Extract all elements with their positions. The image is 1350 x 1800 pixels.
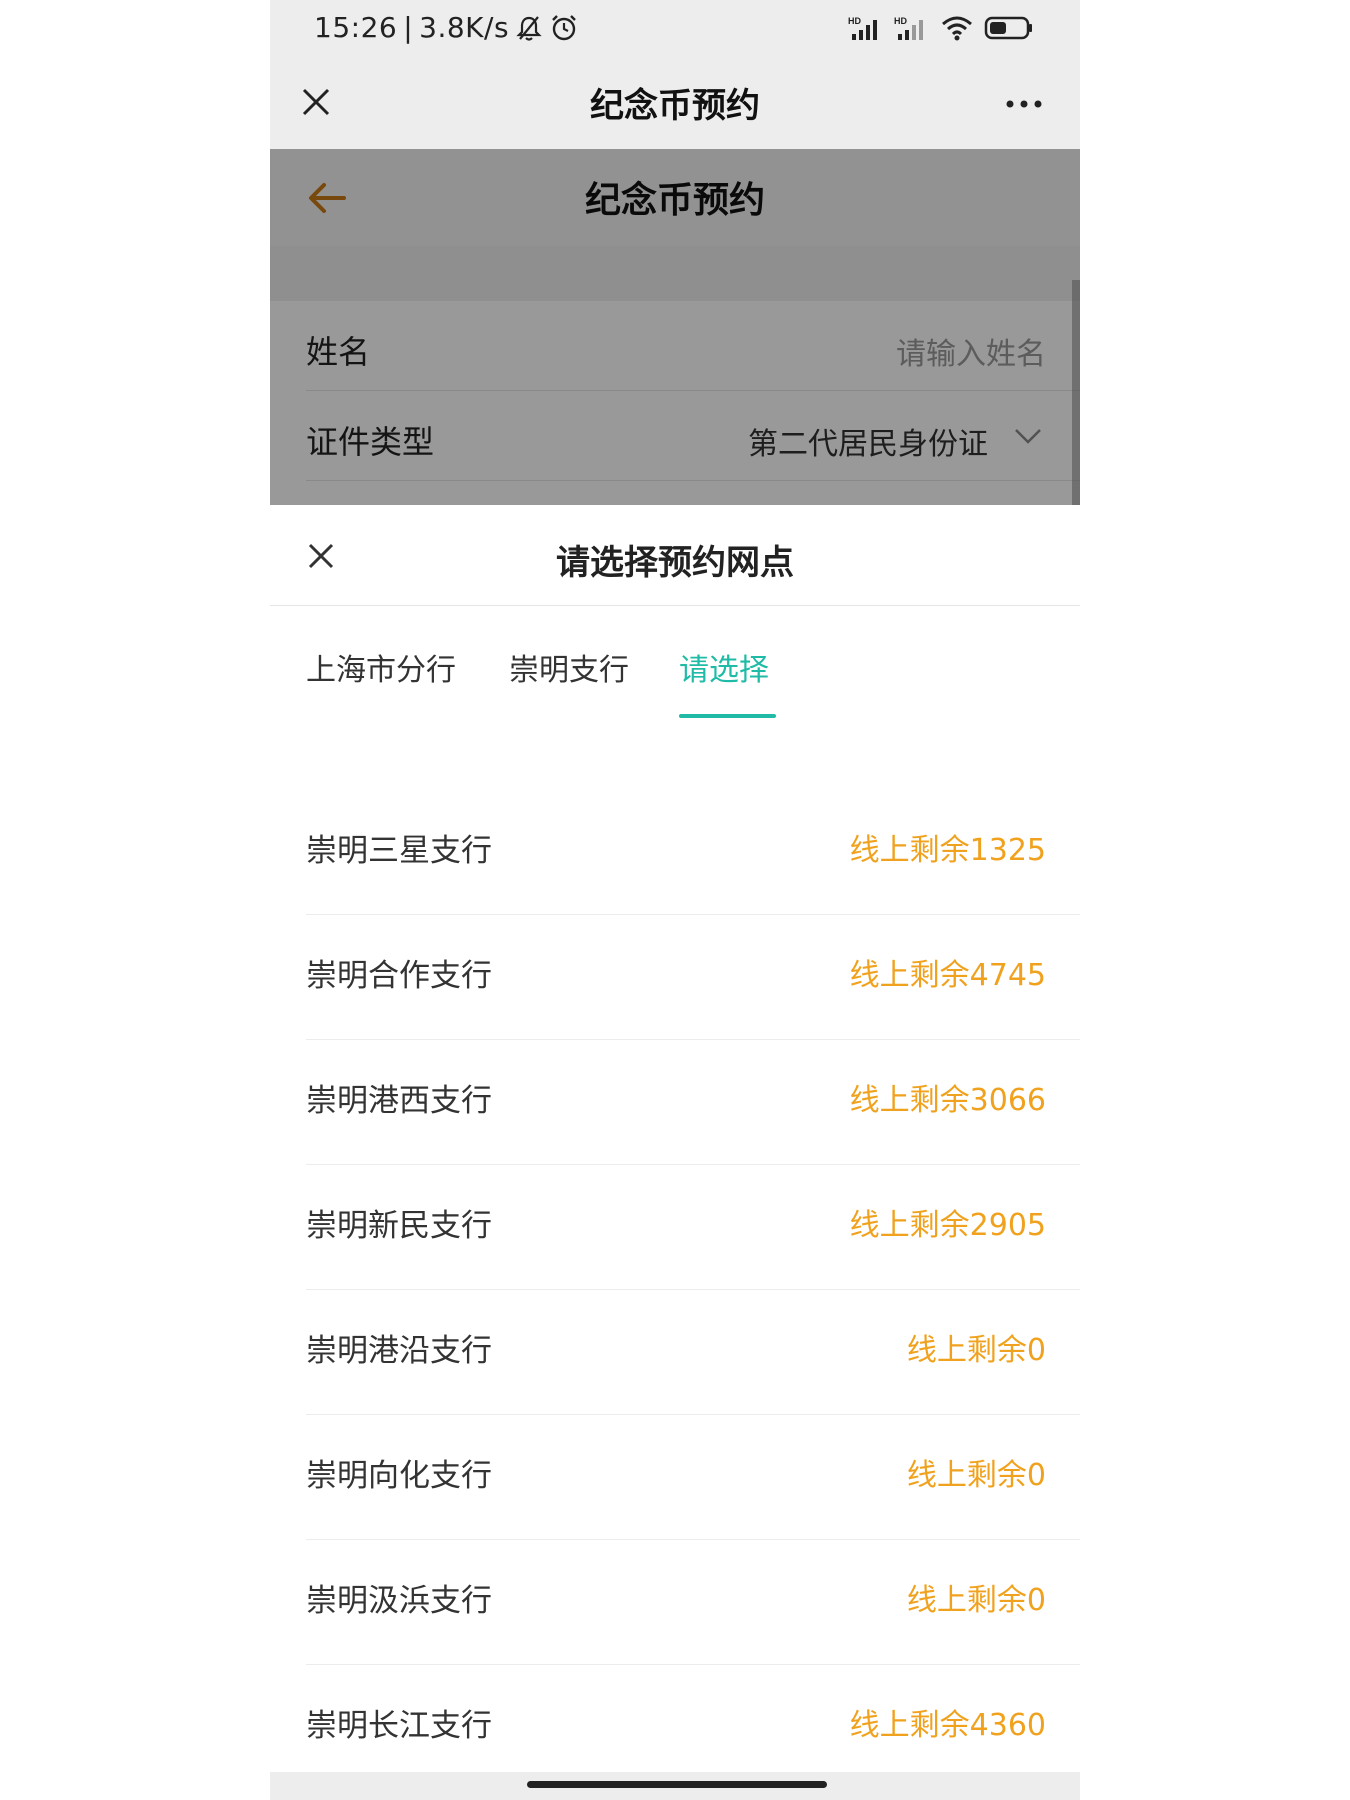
home-indicator[interactable] xyxy=(527,1781,827,1788)
branch-picker-sheet: 请选择预约网点 上海市分行 崇明支行 请选择 崇明三星支行 线上剩余1325 崇… xyxy=(270,505,1080,1800)
tab-select-outlet[interactable]: 请选择 xyxy=(679,645,769,689)
scrollbar[interactable] xyxy=(1072,280,1080,505)
branch-name: 崇明港沿支行 xyxy=(306,1333,492,1369)
branch-name: 崇明三星支行 xyxy=(306,833,492,869)
branch-row[interactable]: 崇明港西支行 线上剩余3066 xyxy=(306,1040,1080,1165)
branch-row[interactable]: 崇明合作支行 线上剩余4745 xyxy=(306,915,1080,1040)
tab-city-branch[interactable]: 上海市分行 xyxy=(306,645,456,689)
branch-name: 崇明长江支行 xyxy=(306,1708,492,1744)
branch-row[interactable]: 崇明港沿支行 线上剩余0 xyxy=(306,1290,1080,1415)
branch-stock: 线上剩余0 xyxy=(906,1583,1046,1618)
tab-district-branch[interactable]: 崇明支行 xyxy=(509,645,629,689)
branch-row[interactable]: 崇明新民支行 线上剩余2905 xyxy=(306,1165,1080,1290)
signal-hd-icon: HD xyxy=(894,16,923,40)
status-bar: 15:26 | 3.8K/s HD HD xyxy=(270,0,1080,58)
branch-name: 崇明港西支行 xyxy=(306,1083,492,1119)
branch-stock: 线上剩余1325 xyxy=(849,833,1046,868)
branch-name: 崇明新民支行 xyxy=(306,1208,492,1244)
battery-icon xyxy=(984,16,1032,40)
sheet-header: 请选择预约网点 xyxy=(270,505,1080,606)
branch-row[interactable]: 崇明汲浜支行 线上剩余0 xyxy=(306,1540,1080,1665)
status-time: 15:26 xyxy=(314,11,398,44)
alarm-icon xyxy=(552,14,576,40)
modal-overlay[interactable] xyxy=(270,149,1080,505)
navbar-title: 纪念币预约 xyxy=(590,86,760,126)
branch-stock: 线上剩余4745 xyxy=(849,958,1046,993)
status-right: HD HD xyxy=(848,14,1034,42)
status-network-speed: 3.8K/s xyxy=(419,11,510,44)
mini-program-navbar: 纪念币预约 xyxy=(270,58,1080,149)
phone-screen: 15:26 | 3.8K/s HD HD 纪念币预约 纪念币预约 姓名 请输入姓… xyxy=(270,0,1080,1800)
branch-stock: 线上剩余3066 xyxy=(849,1083,1046,1118)
branch-stock: 线上剩余0 xyxy=(906,1333,1046,1368)
branch-stock: 线上剩余0 xyxy=(906,1458,1046,1493)
branch-name: 崇明汲浜支行 xyxy=(306,1583,492,1619)
bell-off-icon xyxy=(516,15,542,41)
branch-stock: 线上剩余4360 xyxy=(849,1708,1046,1743)
branch-name: 崇明向化支行 xyxy=(306,1458,492,1494)
status-left: 15:26 | 3.8K/s xyxy=(314,11,579,44)
wifi-icon xyxy=(942,16,972,41)
signal-hd-icon: HD xyxy=(848,16,877,40)
branch-stock: 线上剩余2905 xyxy=(849,1208,1046,1243)
more-icon[interactable] xyxy=(1004,84,1044,124)
branch-row[interactable]: 崇明向化支行 线上剩余0 xyxy=(306,1415,1080,1540)
branch-name: 崇明合作支行 xyxy=(306,958,492,994)
status-separator: | xyxy=(403,11,414,44)
branch-row[interactable]: 崇明三星支行 线上剩余1325 xyxy=(306,790,1080,915)
svg-text:HD: HD xyxy=(894,16,907,26)
branch-list: 崇明三星支行 线上剩余1325 崇明合作支行 线上剩余4745 崇明港西支行 线… xyxy=(306,790,1080,1790)
active-tab-indicator xyxy=(679,714,776,718)
svg-text:HD: HD xyxy=(848,16,861,26)
sheet-title: 请选择预约网点 xyxy=(556,543,794,583)
